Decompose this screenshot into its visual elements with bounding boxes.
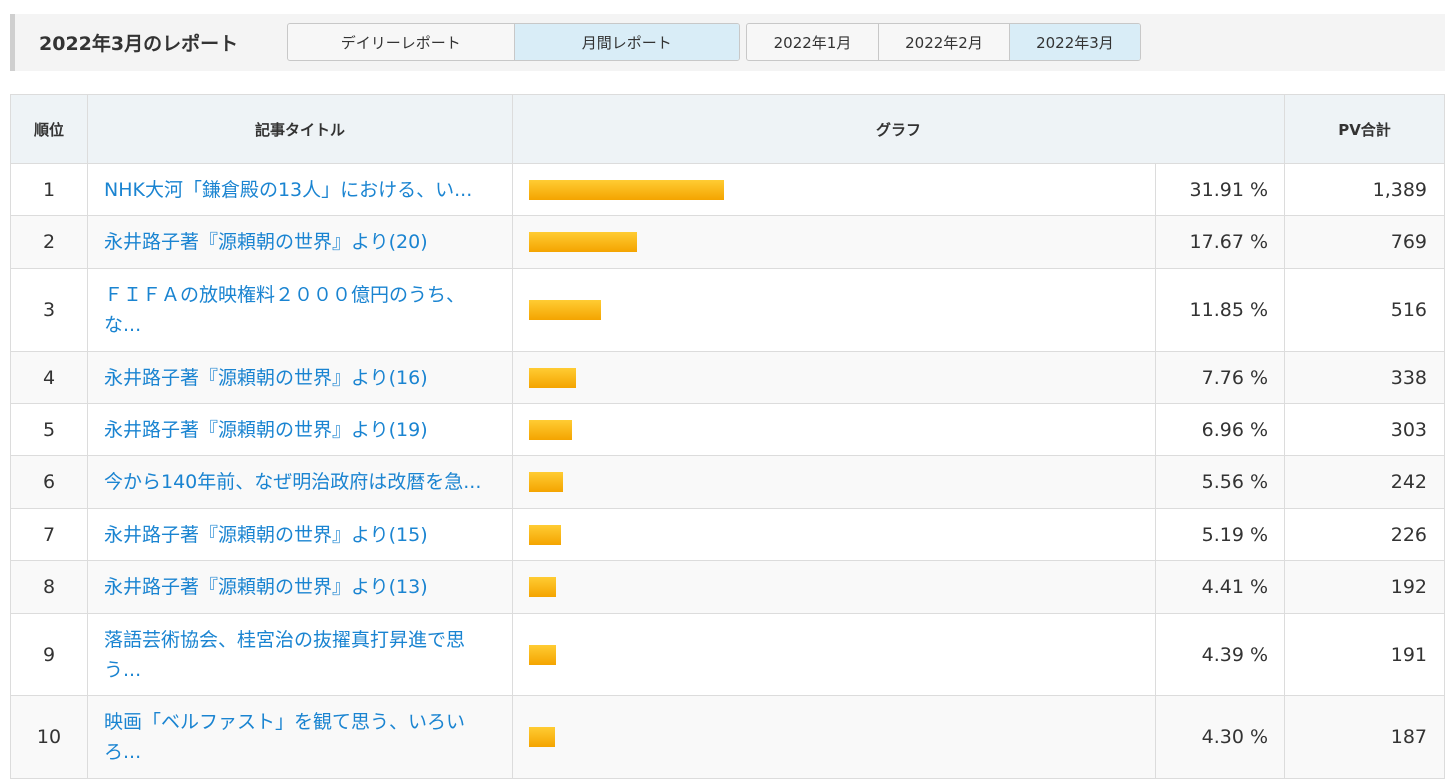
rank-cell: 9: [10, 613, 88, 696]
percent-cell: 5.19 %: [1154, 508, 1286, 561]
graph-cell: [512, 163, 1156, 216]
share-bar: [529, 179, 724, 200]
share-bar: [529, 727, 555, 747]
tab-daily-report[interactable]: デイリーレポート: [288, 24, 514, 60]
table-row: 3 ＦＩＦＡの放映権料２０００億円のうち、な... 11.85 % 516: [10, 268, 1446, 352]
table-row: 4 永井路子著『源頼朝の世界』より(16) 7.76 % 338: [10, 351, 1446, 404]
report-header: 2022年3月のレポート デイリーレポート 月間レポート 2022年1月 202…: [10, 14, 1445, 71]
tab-month-2022-01[interactable]: 2022年1月: [747, 24, 878, 60]
month-tabs: 2022年1月 2022年2月 2022年3月: [746, 23, 1141, 61]
share-bar: [529, 300, 601, 320]
graph-cell: [512, 695, 1156, 779]
rank-cell: 4: [10, 351, 88, 404]
graph-cell: [512, 508, 1156, 561]
table-row: 9 落語芸術協会、桂宮治の抜擢真打昇進で思う... 4.39 % 191: [10, 613, 1446, 696]
column-header-pv: PV合計: [1284, 94, 1446, 164]
percent-cell: 31.91 %: [1154, 163, 1286, 216]
pv-total-cell: 187: [1284, 695, 1446, 779]
share-bar: [529, 419, 572, 440]
title-cell: 永井路子著『源頼朝の世界』より(20): [87, 215, 513, 269]
pv-total-cell: 192: [1284, 560, 1446, 614]
pv-total-cell: 242: [1284, 455, 1446, 509]
graph-cell: [512, 455, 1156, 509]
share-bar: [529, 524, 561, 545]
tab-month-2022-03[interactable]: 2022年3月: [1008, 24, 1140, 60]
ranking-table: 順位 記事タイトル グラフ PV合計 1 NHK大河「鎌倉殿の13人」における、い…: [10, 94, 1446, 779]
rank-cell: 7: [10, 508, 88, 561]
article-title-link[interactable]: NHK大河「鎌倉殿の13人」における、い...: [104, 179, 472, 201]
share-bar: [529, 232, 637, 252]
pv-total-cell: 1,389: [1284, 163, 1446, 216]
article-title-link[interactable]: 今から140年前、なぜ明治政府は改暦を急...: [104, 471, 481, 493]
article-title-link[interactable]: 落語芸術協会、桂宮治の抜擢真打昇進で思う...: [104, 629, 465, 681]
percent-cell: 5.56 %: [1154, 455, 1286, 509]
pv-total-cell: 191: [1284, 613, 1446, 696]
percent-cell: 11.85 %: [1154, 268, 1286, 352]
title-cell: 今から140年前、なぜ明治政府は改暦を急...: [87, 455, 513, 509]
article-title-link[interactable]: 永井路子著『源頼朝の世界』より(13): [104, 576, 428, 598]
graph-cell: [512, 613, 1156, 696]
rank-cell: 2: [10, 215, 88, 269]
article-title-link[interactable]: ＦＩＦＡの放映権料２０００億円のうち、な...: [104, 284, 465, 336]
title-cell: 永井路子著『源頼朝の世界』より(19): [87, 403, 513, 456]
rank-cell: 3: [10, 268, 88, 352]
table-header-row: 順位 記事タイトル グラフ PV合計: [10, 94, 1446, 164]
table-row: 1 NHK大河「鎌倉殿の13人」における、い... 31.91 % 1,389: [10, 163, 1446, 216]
table-row: 2 永井路子著『源頼朝の世界』より(20) 17.67 % 769: [10, 215, 1446, 269]
percent-cell: 4.39 %: [1154, 613, 1286, 696]
article-title-link[interactable]: 永井路子著『源頼朝の世界』より(20): [104, 231, 428, 253]
pv-total-cell: 769: [1284, 215, 1446, 269]
title-cell: 永井路子著『源頼朝の世界』より(13): [87, 560, 513, 614]
tab-monthly-report[interactable]: 月間レポート: [513, 24, 739, 60]
article-title-link[interactable]: 映画「ベルファスト」を観て思う、いろいろ...: [104, 711, 465, 763]
graph-cell: [512, 268, 1156, 352]
percent-cell: 7.76 %: [1154, 351, 1286, 404]
title-cell: 永井路子著『源頼朝の世界』より(16): [87, 351, 513, 404]
rank-cell: 8: [10, 560, 88, 614]
table-row: 7 永井路子著『源頼朝の世界』より(15) 5.19 % 226: [10, 508, 1446, 561]
column-header-title: 記事タイトル: [87, 94, 513, 164]
pv-total-cell: 338: [1284, 351, 1446, 404]
rank-cell: 5: [10, 403, 88, 456]
pv-total-cell: 226: [1284, 508, 1446, 561]
percent-cell: 4.30 %: [1154, 695, 1286, 779]
tab-month-2022-02[interactable]: 2022年2月: [877, 24, 1009, 60]
graph-cell: [512, 351, 1156, 404]
table-row: 10 映画「ベルファスト」を観て思う、いろいろ... 4.30 % 187: [10, 695, 1446, 779]
graph-cell: [512, 215, 1156, 269]
column-header-rank: 順位: [10, 94, 88, 164]
pv-total-cell: 516: [1284, 268, 1446, 352]
rank-cell: 6: [10, 455, 88, 509]
table-row: 8 永井路子著『源頼朝の世界』より(13) 4.41 % 192: [10, 560, 1446, 614]
title-cell: ＦＩＦＡの放映権料２０００億円のうち、な...: [87, 268, 513, 352]
title-cell: 永井路子著『源頼朝の世界』より(15): [87, 508, 513, 561]
table-row: 5 永井路子著『源頼朝の世界』より(19) 6.96 % 303: [10, 403, 1446, 456]
share-bar: [529, 577, 556, 597]
report-type-tabs: デイリーレポート 月間レポート: [287, 23, 740, 61]
share-bar: [529, 472, 563, 492]
share-bar: [529, 644, 556, 665]
rank-cell: 1: [10, 163, 88, 216]
graph-cell: [512, 560, 1156, 614]
title-cell: 落語芸術協会、桂宮治の抜擢真打昇進で思う...: [87, 613, 513, 696]
title-cell: NHK大河「鎌倉殿の13人」における、い...: [87, 163, 513, 216]
column-header-graph: グラフ: [511, 94, 1286, 164]
graph-cell: [512, 403, 1156, 456]
article-title-link[interactable]: 永井路子著『源頼朝の世界』より(19): [104, 419, 428, 441]
share-bar: [529, 367, 576, 388]
page-title: 2022年3月のレポート: [39, 33, 239, 55]
article-title-link[interactable]: 永井路子著『源頼朝の世界』より(16): [104, 367, 428, 389]
percent-cell: 4.41 %: [1154, 560, 1286, 614]
pv-total-cell: 303: [1284, 403, 1446, 456]
table-row: 6 今から140年前、なぜ明治政府は改暦を急... 5.56 % 242: [10, 455, 1446, 509]
article-title-link[interactable]: 永井路子著『源頼朝の世界』より(15): [104, 524, 428, 546]
percent-cell: 17.67 %: [1154, 215, 1286, 269]
rank-cell: 10: [10, 695, 88, 779]
percent-cell: 6.96 %: [1154, 403, 1286, 456]
title-cell: 映画「ベルファスト」を観て思う、いろいろ...: [87, 695, 513, 779]
